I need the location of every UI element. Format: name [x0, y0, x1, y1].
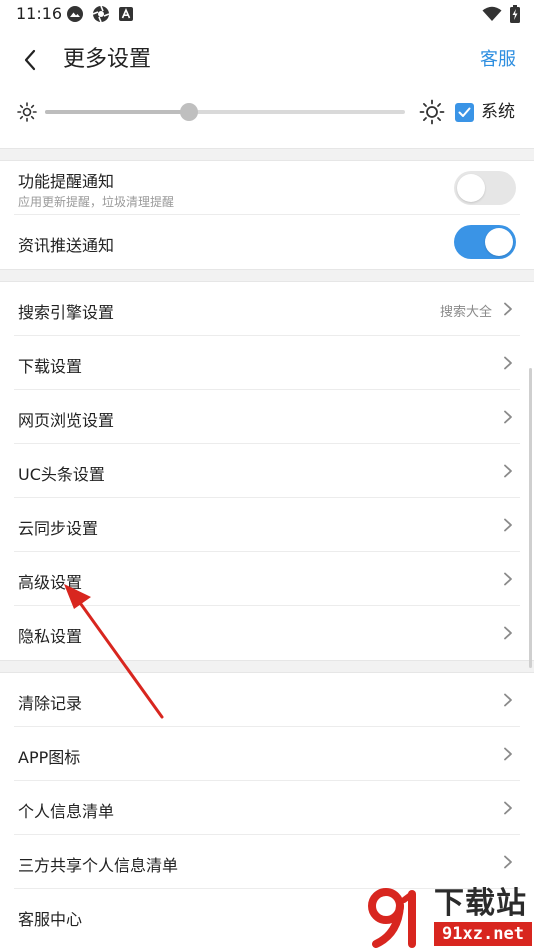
back-button[interactable] [14, 44, 46, 76]
row-label: 下载设置 [18, 357, 83, 376]
row-label: UC头条设置 [18, 465, 105, 484]
notification-row-news-push: 资讯推送通知 [0, 215, 534, 269]
chevron-right-icon [504, 518, 512, 532]
page-title: 更多设置 [63, 47, 152, 72]
brightness-high-icon [419, 99, 445, 125]
chevron-right-icon [504, 410, 512, 424]
gallery-icon [67, 6, 83, 22]
watermark-domain: 91xz.net [434, 922, 532, 946]
brightness-slider-thumb[interactable] [180, 103, 198, 121]
watermark-logo-icon [368, 888, 416, 948]
check-icon [458, 107, 471, 117]
row-label: 清除记录 [18, 694, 83, 713]
chevron-right-icon [504, 356, 512, 370]
settings-item-cloud-sync[interactable]: 云同步设置 [0, 498, 534, 552]
app-a-icon [119, 7, 133, 21]
chevron-right-icon [504, 693, 512, 707]
notification-row-feature-reminder: 功能提醒通知 应用更新提醒，垃圾清理提醒 [0, 161, 534, 215]
aperture-icon [92, 5, 110, 23]
settings-item-privacy[interactable]: 隐私设置 [0, 606, 534, 660]
watermark: 下载站 91xz.net [362, 884, 534, 950]
system-brightness-label: 系统 [481, 102, 515, 122]
chevron-right-icon [504, 464, 512, 478]
row-label: 网页浏览设置 [18, 411, 115, 430]
settings-item-clear-history[interactable]: 清除记录 [0, 673, 534, 727]
chevron-right-icon [504, 855, 512, 869]
row-label: 个人信息清单 [18, 802, 115, 821]
wifi-icon [482, 6, 502, 21]
toggle-knob [457, 174, 485, 202]
settings-item-search-engine[interactable]: 搜索引擎设置 搜索大全 [0, 282, 534, 336]
customer-service-link[interactable]: 客服 [480, 46, 516, 74]
app-header: 更多设置 客服 [0, 28, 534, 92]
section-gap [0, 269, 534, 282]
status-time: 11:16 [16, 4, 63, 23]
settings-item-uc-headlines[interactable]: UC头条设置 [0, 444, 534, 498]
row-label: 三方共享个人信息清单 [18, 856, 179, 875]
section-gap [0, 660, 534, 673]
watermark-title: 下载站 [434, 886, 527, 921]
brightness-low-icon [17, 102, 37, 122]
settings-item-download[interactable]: 下载设置 [0, 336, 534, 390]
feature-reminder-toggle[interactable] [454, 171, 516, 205]
settings-item-personal-info-list[interactable]: 个人信息清单 [0, 781, 534, 835]
system-brightness-checkbox[interactable] [455, 103, 474, 122]
chevron-right-icon [504, 572, 512, 586]
brightness-row: 系统 [0, 92, 534, 132]
section-gap [0, 148, 534, 161]
news-push-toggle[interactable] [454, 225, 516, 259]
settings-item-advanced[interactable]: 高级设置 [0, 552, 534, 606]
row-label: 云同步设置 [18, 519, 99, 538]
settings-item-web-browsing[interactable]: 网页浏览设置 [0, 390, 534, 444]
chevron-right-icon [504, 747, 512, 761]
toggle-knob [485, 228, 513, 256]
chevron-right-icon [504, 302, 512, 316]
row-label: 搜索引擎设置 [18, 303, 115, 322]
row-label: APP图标 [18, 748, 81, 767]
row-sublabel: 应用更新提醒，垃圾清理提醒 [18, 195, 175, 209]
chevron-right-icon [504, 626, 512, 640]
row-label: 客服中心 [18, 910, 83, 929]
row-value: 搜索大全 [439, 305, 492, 320]
scrollbar[interactable] [529, 368, 532, 668]
chevron-right-icon [504, 801, 512, 815]
chevron-left-icon [24, 49, 36, 71]
settings-item-third-party-sharing-list[interactable]: 三方共享个人信息清单 [0, 835, 534, 889]
row-label: 高级设置 [18, 573, 83, 592]
status-icons-left [66, 5, 134, 23]
brightness-slider[interactable] [45, 103, 405, 121]
row-label: 隐私设置 [18, 627, 83, 646]
row-label: 功能提醒通知 [18, 172, 115, 191]
row-label: 资讯推送通知 [18, 236, 115, 255]
brightness-slider-fill [45, 110, 189, 114]
status-bar: 11:16 [0, 0, 534, 28]
battery-charging-icon [510, 5, 520, 23]
status-icons-right [482, 5, 520, 23]
settings-item-app-icon[interactable]: APP图标 [0, 727, 534, 781]
